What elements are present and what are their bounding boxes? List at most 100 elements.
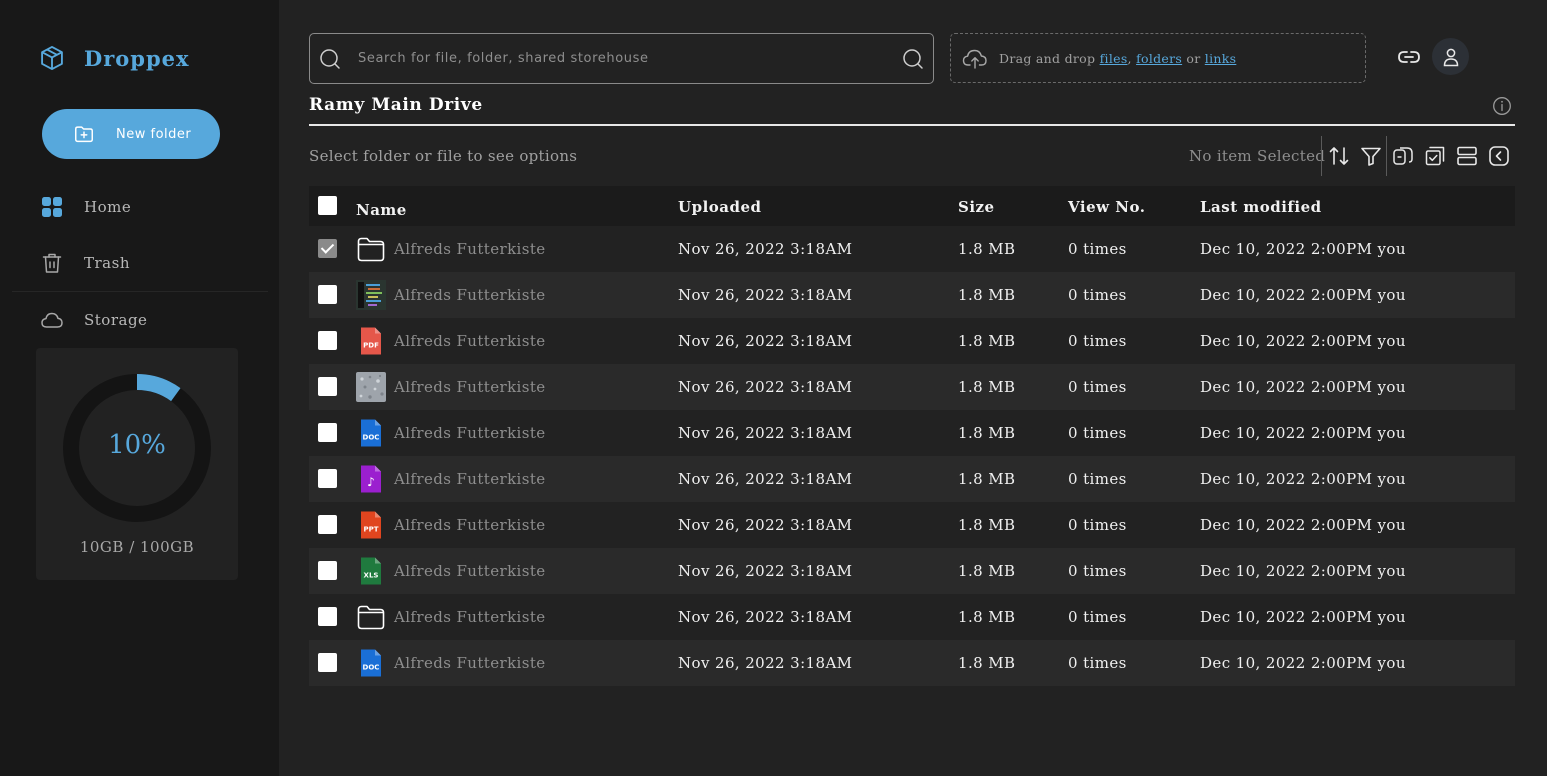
trash-icon [42, 253, 62, 273]
sidebar-item-label: Home [84, 198, 132, 216]
folders-link[interactable]: folders [1136, 51, 1182, 66]
row-checkbox[interactable] [318, 607, 337, 626]
image-thumbnail-icon [356, 372, 386, 402]
file-size: 1.8 MB [958, 332, 1016, 350]
column-header-uploaded[interactable]: Uploaded [678, 198, 762, 216]
cloud-upload-icon [962, 49, 987, 69]
sidebar-item-label: Trash [84, 254, 130, 272]
file-table: Name Uploaded Size View No. Last modifie… [309, 186, 1515, 686]
row-checkbox[interactable] [318, 653, 337, 672]
column-header-size[interactable]: Size [958, 198, 995, 216]
new-folder-button[interactable]: New folder [42, 109, 220, 159]
column-header-views[interactable]: View No. [1068, 198, 1145, 216]
row-checkbox[interactable] [318, 469, 337, 488]
drop-zone[interactable]: Drag and drop files, folders or links [950, 33, 1366, 83]
image-thumbnail-icon [356, 280, 386, 310]
file-size: 1.8 MB [958, 240, 1016, 258]
uploaded-date: Nov 26, 2022 3:18AM [678, 470, 853, 488]
storage-amount: 10GB / 100GB [79, 538, 195, 556]
selection-status: No item Selected [1189, 147, 1326, 165]
search-icon[interactable] [901, 47, 925, 71]
file-name[interactable]: Alfreds Futterkiste [394, 378, 546, 396]
file-name[interactable]: Alfreds Futterkiste [394, 286, 546, 304]
brand-name: Droppex [84, 45, 190, 71]
file-size: 1.8 MB [958, 424, 1016, 442]
view-count: 0 times [1068, 240, 1127, 258]
file-name[interactable]: Alfreds Futterkiste [394, 332, 546, 350]
view-count: 0 times [1068, 654, 1127, 672]
select-all-icon[interactable] [1423, 144, 1447, 168]
row-checkbox[interactable] [318, 331, 337, 350]
file-name[interactable]: Alfreds Futterkiste [394, 240, 546, 258]
svg-text:PDF: PDF [363, 342, 379, 350]
column-header-name[interactable]: Name [356, 201, 407, 219]
table-row[interactable]: Alfreds Futterkiste Nov 26, 2022 3:18AM 1.… [309, 226, 1515, 272]
brand[interactable]: Droppex [38, 44, 190, 72]
last-modified: Dec 10, 2022 2:00PM you [1200, 286, 1406, 304]
table-row[interactable]: Alfreds Futterkiste Nov 26, 2022 3:18AM 1.… [309, 272, 1515, 318]
pdf-file-icon: PDF [361, 327, 381, 355]
doc-file-icon: DOC [361, 649, 381, 677]
sidebar-item-trash[interactable]: Trash [40, 251, 130, 275]
table-row[interactable]: PDF Alfreds Futterkiste Nov 26, 2022 3:18A… [309, 318, 1515, 364]
collapse-icon[interactable] [1487, 144, 1511, 168]
uploaded-date: Nov 26, 2022 3:18AM [678, 424, 853, 442]
search-input[interactable] [358, 51, 878, 66]
row-checkbox[interactable] [318, 561, 337, 580]
uploaded-date: Nov 26, 2022 3:18AM [678, 562, 853, 580]
uploaded-date: Nov 26, 2022 3:18AM [678, 516, 853, 534]
folder-icon [357, 237, 385, 262]
table-row[interactable]: DOC Alfreds Futterkiste Nov 26, 2022 3:18A… [309, 640, 1515, 686]
folder-plus-icon [75, 126, 93, 143]
drop-zone-comma: , [1127, 50, 1137, 66]
info-icon[interactable] [1492, 96, 1512, 116]
view-count: 0 times [1068, 470, 1127, 488]
file-name[interactable]: Alfreds Futterkiste [394, 470, 546, 488]
user-icon [1443, 48, 1458, 66]
row-checkbox[interactable] [318, 377, 337, 396]
file-name[interactable]: Alfreds Futterkiste [394, 516, 546, 534]
sidebar-divider [12, 291, 268, 292]
column-header-modified[interactable]: Last modified [1200, 198, 1322, 216]
drop-zone-text: Drag and drop files, folders or links [999, 51, 1236, 66]
search-icon[interactable] [318, 47, 342, 71]
row-checkbox[interactable] [318, 239, 337, 258]
audio-file-icon: ♪ [361, 465, 381, 493]
sidebar-item-storage[interactable]: Storage [40, 308, 147, 332]
file-name[interactable]: Alfreds Futterkiste [394, 608, 546, 626]
table-row[interactable]: Alfreds Futterkiste Nov 26, 2022 3:18AM 1.… [309, 594, 1515, 640]
table-row[interactable]: Alfreds Futterkiste Nov 26, 2022 3:18AM 1.… [309, 364, 1515, 410]
folder-icon [357, 605, 385, 630]
table-row[interactable]: ♪ Alfreds Futterkiste Nov 26, 2022 3:18AM 1… [309, 456, 1515, 502]
user-avatar[interactable] [1432, 38, 1469, 75]
file-name[interactable]: Alfreds Futterkiste [394, 424, 546, 442]
file-name[interactable]: Alfreds Futterkiste [394, 654, 546, 672]
row-checkbox[interactable] [318, 423, 337, 442]
copy-icon[interactable] [1391, 144, 1415, 168]
svg-text:♪: ♪ [367, 475, 375, 489]
last-modified: Dec 10, 2022 2:00PM you [1200, 470, 1406, 488]
ppt-file-icon: PPT [361, 511, 381, 539]
sidebar-item-home[interactable]: Home [40, 195, 131, 219]
svg-text:DOC: DOC [363, 434, 380, 442]
layout-icon[interactable] [1455, 144, 1479, 168]
view-count: 0 times [1068, 378, 1127, 396]
file-name[interactable]: Alfreds Futterkiste [394, 562, 546, 580]
last-modified: Dec 10, 2022 2:00PM you [1200, 424, 1406, 442]
uploaded-date: Nov 26, 2022 3:18AM [678, 608, 853, 626]
sort-icon[interactable] [1327, 144, 1351, 168]
files-link[interactable]: files [1100, 51, 1128, 66]
links-link[interactable]: links [1205, 51, 1237, 66]
row-checkbox[interactable] [318, 285, 337, 304]
table-row[interactable]: PPT Alfreds Futterkiste Nov 26, 2022 3:18A… [309, 502, 1515, 548]
table-row[interactable]: XLS Alfreds Futterkiste Nov 26, 2022 3:18A… [309, 548, 1515, 594]
link-icon[interactable] [1396, 44, 1422, 70]
uploaded-date: Nov 26, 2022 3:18AM [678, 332, 853, 350]
row-checkbox[interactable] [318, 515, 337, 534]
storage-percent: 10% [108, 430, 166, 460]
table-row[interactable]: DOC Alfreds Futterkiste Nov 26, 2022 3:18A… [309, 410, 1515, 456]
filter-icon[interactable] [1359, 144, 1383, 168]
sidebar: Droppex New folder Home Trash Storage 10… [0, 0, 279, 776]
drive-title: Ramy Main Drive [309, 95, 483, 115]
select-all-checkbox[interactable] [318, 196, 337, 215]
